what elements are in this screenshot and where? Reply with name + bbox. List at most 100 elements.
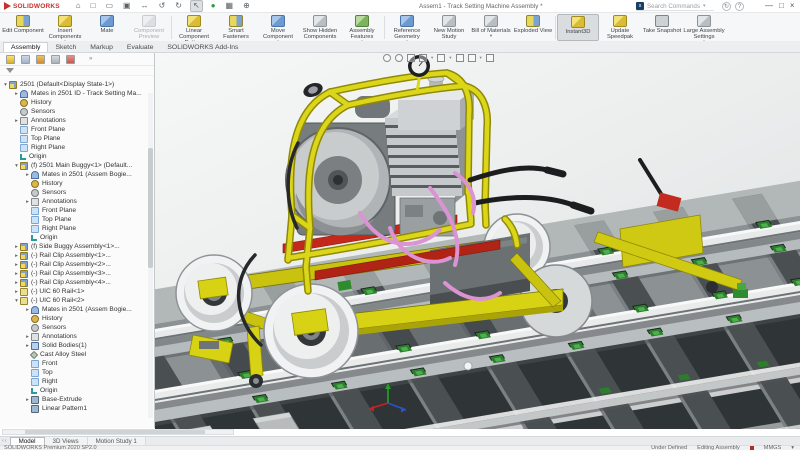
show-hidden-components-button[interactable]: Show Hidden Components (299, 14, 341, 41)
tree-item-annotations[interactable]: ▸Annotations (0, 116, 148, 125)
reference-geometry-button[interactable]: Reference Geometry▾ (386, 14, 428, 41)
tree-item-history[interactable]: History (0, 98, 148, 107)
large-assembly-settings-button[interactable]: Large Assembly Settings▾ (683, 14, 725, 41)
expand-arrow-icon[interactable]: ▸ (13, 271, 20, 277)
tree-item-origin[interactable]: Origin (0, 152, 148, 161)
tab-scroll-arrows[interactable]: ‹‹ (0, 438, 10, 444)
tab-solidworks-add-ins[interactable]: SOLIDWORKS Add-Ins (160, 43, 245, 52)
file-properties-icon[interactable]: ▦ (224, 1, 236, 11)
close-button[interactable]: × (787, 1, 798, 10)
expand-arrow-icon[interactable]: ▸ (13, 262, 20, 268)
expand-arrow-icon[interactable]: ▸ (24, 199, 31, 205)
tree-item-sensors[interactable]: Sensors (0, 323, 148, 332)
tree-item-front-plane[interactable]: Front Plane (0, 125, 148, 134)
tree-item-top-plane[interactable]: Top Plane (0, 215, 148, 224)
tree-item-cast-alloy-steel[interactable]: Cast Alloy Steel (0, 350, 148, 359)
tree-item-history[interactable]: History (0, 179, 148, 188)
dimxpert-manager-tab-icon[interactable] (51, 55, 60, 64)
hide-show-items-icon[interactable] (468, 54, 476, 62)
expand-arrow-icon[interactable]: ▸ (24, 172, 31, 178)
select-icon[interactable]: ↖ (190, 0, 203, 12)
restore-button[interactable]: □ (776, 1, 787, 10)
tree-item-front[interactable]: Front (0, 359, 148, 368)
tree-item-mates-in-2501-assem-bogie-[interactable]: ▸Mates in 2501 (Assem Bogie... (0, 170, 148, 179)
expand-arrow-icon[interactable]: ▾ (2, 82, 9, 88)
dropdown-arrow-icon[interactable]: ▾ (431, 55, 433, 61)
tree-item-front-plane[interactable]: Front Plane (0, 206, 148, 215)
tree-item--f-2501-main-buggy-1-default-[interactable]: ▾(f) 2501 Main Buggy<1> (Default... (0, 161, 148, 170)
tree-item-annotations[interactable]: ▸Annotations (0, 197, 148, 206)
dropdown-arrow-icon[interactable]: ▾ (490, 34, 492, 38)
tree-item-right-plane[interactable]: Right Plane (0, 143, 148, 152)
new-motion-study-button[interactable]: New Motion Study (428, 14, 470, 41)
tree-item--rail-clip-assembly-1-[interactable]: ▸(-) Rail Clip Assembly<1>... (0, 251, 148, 260)
bill-of-materials-button[interactable]: Bill of Materials▾ (470, 14, 512, 41)
linear-component-pattern-button[interactable]: Linear Component Pattern▾ (173, 14, 215, 41)
expand-arrow-icon[interactable]: ▾ (13, 298, 20, 304)
dropdown-arrow-icon[interactable]: ▾ (480, 55, 482, 61)
display-style-icon[interactable] (456, 54, 464, 62)
tree-item--rail-clip-assembly-3-[interactable]: ▸(-) Rail Clip Assembly<3>... (0, 269, 148, 278)
tree-item-top-plane[interactable]: Top Plane (0, 134, 148, 143)
take-snapshot-button[interactable]: Take Snapshot (641, 14, 683, 41)
expand-arrow-icon[interactable]: ▸ (13, 244, 20, 250)
tab-markup[interactable]: Markup (83, 43, 120, 52)
tree-item-right-plane[interactable]: Right Plane (0, 224, 148, 233)
dropdown-arrow-icon[interactable]: ▾ (449, 55, 451, 61)
tree-item-origin[interactable]: Origin (0, 233, 148, 242)
configuration-manager-tab-icon[interactable] (36, 55, 45, 64)
section-view-icon[interactable] (419, 54, 427, 62)
smart-fasteners-button[interactable]: Smart Fasteners (215, 14, 257, 41)
open-folder-icon[interactable]: ▭ (103, 1, 115, 11)
tree-item-mates-in-2501-assem-bogie-[interactable]: ▸Mates in 2501 (Assem Bogie... (0, 305, 148, 314)
redo-icon[interactable]: ↻ (173, 1, 184, 11)
tree-item--uic-60-rail-1-[interactable]: ▸(-) UIC 60 Rail<1> (0, 287, 148, 296)
print-icon[interactable]: ↔ (139, 1, 151, 11)
expand-arrow-icon[interactable]: ▸ (13, 289, 20, 295)
help-icon[interactable]: ? (735, 2, 744, 11)
minimize-button[interactable]: — (762, 1, 776, 10)
tree-item-annotations[interactable]: ▸Annotations (0, 332, 148, 341)
new-document-icon[interactable]: □ (89, 1, 98, 11)
property-manager-tab-icon[interactable] (21, 55, 30, 64)
expand-arrow-icon[interactable]: ▸ (13, 118, 20, 124)
expand-arrow-icon[interactable]: ▸ (24, 334, 31, 340)
tree-item-sensors[interactable]: Sensors (0, 188, 148, 197)
tree-item--rail-clip-assembly-4-[interactable]: ▸(-) Rail Clip Assembly<4>... (0, 278, 148, 287)
expand-arrow-icon[interactable]: ▸ (24, 343, 31, 349)
expand-arrow-icon[interactable]: ▸ (13, 280, 20, 286)
tree-item-sensors[interactable]: Sensors (0, 107, 148, 116)
view-orientation-icon[interactable] (437, 54, 445, 62)
tree-item-origin[interactable]: Origin (0, 386, 148, 395)
component-preview-button[interactable]: Component Preview (128, 14, 170, 41)
move-component-button[interactable]: Move Component▾ (257, 14, 299, 41)
tree-item-top[interactable]: Top (0, 368, 148, 377)
instant3d-button[interactable]: Instant3D (557, 14, 599, 41)
panel-expand-icon[interactable]: » (89, 56, 92, 62)
expand-arrow-icon[interactable]: ▸ (13, 253, 20, 259)
tree-item-solid-bodies-1-[interactable]: ▸Solid Bodies(1) (0, 341, 148, 350)
options-icon[interactable]: ⊕ (241, 1, 252, 11)
tree-item--f-side-buggy-assembly-1-[interactable]: ▸(f) Side Buggy Assembly<1>... (0, 242, 148, 251)
tree-item-2501-default-display-state-1-[interactable]: ▾2501 (Default<Display State-1>) (0, 80, 148, 89)
display-manager-tab-icon[interactable] (66, 55, 75, 64)
tree-filter-row[interactable] (0, 66, 154, 76)
tree-item--uic-60-rail-2-[interactable]: ▾(-) UIC 60 Rail<2> (0, 296, 148, 305)
home-icon[interactable]: ⌂ (74, 1, 83, 11)
tree-item-right[interactable]: Right (0, 377, 148, 386)
tree-vertical-scrollbar[interactable] (148, 93, 153, 418)
tree-vscroll-thumb[interactable] (148, 148, 153, 268)
expand-arrow-icon[interactable]: ▸ (24, 397, 31, 403)
tree-item-linear-pattern1[interactable]: Linear Pattern1 (0, 404, 148, 413)
save-icon[interactable]: ▣ (121, 1, 133, 11)
update-speedpak-button[interactable]: Update Speedpak (599, 14, 641, 41)
hscroll-thumb[interactable] (25, 430, 205, 434)
rebuild-icon[interactable]: ● (209, 1, 218, 11)
tab-evaluate[interactable]: Evaluate (120, 43, 160, 52)
tree-item-history[interactable]: History (0, 314, 148, 323)
assembly-features-button[interactable]: Assembly Features▾ (341, 14, 383, 41)
status-mmgs[interactable]: MMGS (764, 445, 781, 450)
graphics-viewport[interactable]: ▾ ▾ ▾ (155, 53, 800, 429)
expand-arrow-icon[interactable]: ▾ (13, 163, 20, 169)
zoom-to-area-icon[interactable] (395, 54, 403, 62)
